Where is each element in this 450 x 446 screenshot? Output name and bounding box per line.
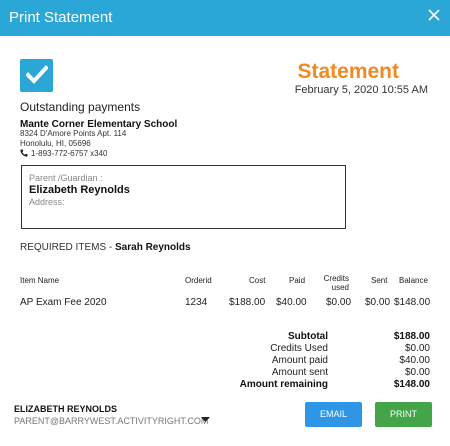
- cell-credits-used: $0.00: [326, 297, 352, 308]
- subtotal-label: Subtotal: [288, 331, 328, 342]
- guardian-name: Elizabeth Reynolds: [29, 184, 130, 196]
- caret-down-icon[interactable]: [201, 410, 210, 428]
- credits-used-label: Credits Used: [270, 343, 328, 354]
- cell-cost: $188.00: [229, 297, 266, 308]
- cell-balance: $148.00: [394, 297, 431, 308]
- amount-sent-label: Amount sent: [271, 367, 328, 378]
- statement-title: Statement: [297, 60, 399, 83]
- student-name: Sarah Reynolds: [115, 242, 191, 253]
- col-header-paid: Paid: [289, 276, 306, 285]
- amount-sent-value: $0.00: [404, 367, 430, 378]
- cell-item-name: AP Exam Fee 2020: [20, 297, 107, 308]
- cell-orderid: 1234: [185, 297, 208, 308]
- phone-icon: [20, 149, 28, 157]
- guardian-label: Parent /Guardian :: [29, 173, 103, 183]
- amount-remaining-value: $148.00: [393, 379, 430, 390]
- cell-sent: $0.00: [365, 297, 391, 308]
- school-address-line1: 8324 D'Amore Points Apt. 114: [20, 129, 127, 138]
- statement-date: February 5, 2020 10:55 AM: [294, 84, 428, 96]
- amount-paid-value: $40.00: [399, 355, 430, 366]
- close-icon[interactable]: [428, 9, 440, 21]
- summary-amount-remaining: Amount remaining $148.00: [190, 379, 430, 391]
- dialog-titlebar: Print Statement: [0, 0, 450, 36]
- school-address-line2: Honolulu, HI, 05696: [20, 139, 91, 148]
- outstanding-heading: Outstanding payments: [20, 100, 141, 114]
- required-items-heading: REQUIRED ITEMS - Sarah Reynolds: [20, 242, 191, 253]
- school-phone: 1-893-772-6757 x340: [20, 149, 108, 158]
- phone-number: 1-893-772-6757 x340: [31, 149, 108, 158]
- amount-remaining-label: Amount remaining: [239, 379, 328, 390]
- col-header-orderid: Orderid: [185, 276, 212, 285]
- summary-credits-used: Credits Used $0.00: [190, 343, 430, 355]
- col-header-sent: Sent: [371, 276, 388, 285]
- col-header-item-name: Item Name: [20, 276, 60, 285]
- col-header-cost: Cost: [249, 276, 266, 285]
- required-items-label: REQUIRED ITEMS -: [20, 242, 116, 253]
- guardian-address-label: Address:: [29, 197, 65, 207]
- credits-used-value: $0.00: [404, 343, 430, 354]
- col-header-balance: Balance: [399, 276, 428, 285]
- subtotal-value: $188.00: [393, 331, 430, 342]
- checkmark-icon: [20, 59, 53, 92]
- summary-amount-paid: Amount paid $40.00: [190, 355, 430, 367]
- account-user-name: ELIZABETH REYNOLDS: [14, 404, 118, 414]
- summary-subtotal: Subtotal $188.00: [190, 331, 430, 343]
- dialog-title: Print Statement: [9, 9, 113, 26]
- col-header-credits-used: Credits used: [323, 274, 349, 292]
- account-user-email: PARENT@BARRYWEST.ACTIVITYRIGHT.COM: [14, 416, 209, 426]
- guardian-box: Parent /Guardian : Elizabeth Reynolds Ad…: [21, 165, 346, 229]
- print-button[interactable]: PRINT: [375, 402, 432, 427]
- email-button[interactable]: EMAIL: [305, 402, 362, 427]
- amount-paid-label: Amount paid: [271, 355, 328, 366]
- cell-paid: $40.00: [276, 297, 307, 308]
- summary-amount-sent: Amount sent $0.00: [190, 367, 430, 379]
